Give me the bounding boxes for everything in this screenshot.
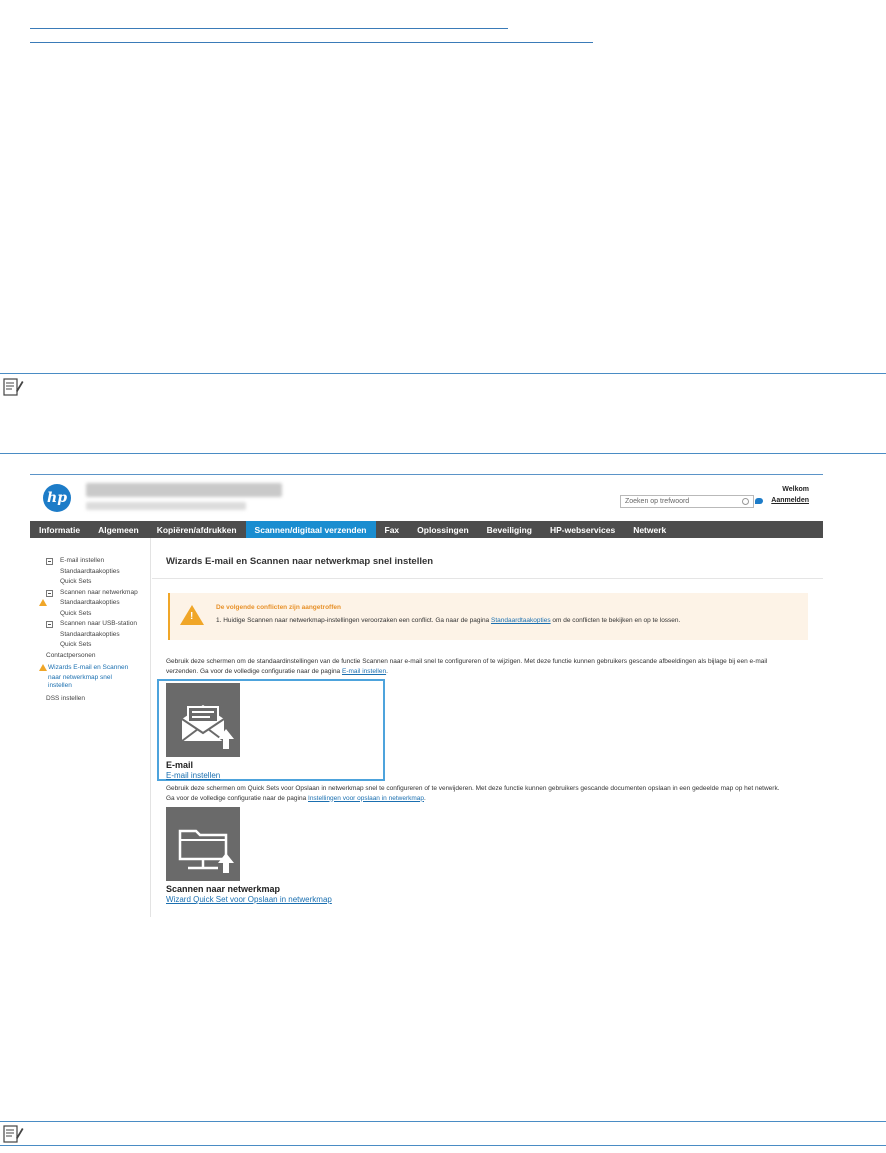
sign-in-link[interactable]: Aanmelden xyxy=(771,497,809,504)
note-icon xyxy=(3,378,24,396)
alert-item-suffix: om de conflicten te bekijken en op te lo… xyxy=(550,617,681,624)
tab-beveiliging[interactable]: Beveiliging xyxy=(478,521,541,538)
note2-top-rule xyxy=(0,1121,886,1122)
conflict-alert: ! De volgende conflicten zijn aangetroff… xyxy=(168,593,808,640)
network-folder-tile-button[interactable] xyxy=(166,807,240,881)
email-instellen-tile-link[interactable]: E-mail instellen xyxy=(166,771,220,780)
note-bottom-rule xyxy=(0,453,886,454)
email-desc-line-1: Gebruik deze schermen om de standaardins… xyxy=(166,658,768,665)
hp-logo-icon[interactable]: hp xyxy=(43,484,71,512)
network-folder-tile-label: Scannen naar netwerkmap xyxy=(166,884,281,894)
note-icon xyxy=(3,1125,24,1143)
email-desc-suffix: . xyxy=(386,667,388,675)
tab-netwerk[interactable]: Netwerk xyxy=(624,521,675,538)
embedded-screenshot: hp Zoeken op trefwoord Welkom Aanmelden … xyxy=(30,474,823,917)
email-desc-line-2: verzenden. Ga voor de volledige configur… xyxy=(166,667,816,677)
sidebar-item-label: E-mail instellen xyxy=(60,557,105,564)
doc-link-underline-2[interactable] xyxy=(30,42,593,43)
email-description: Gebruik deze schermen om de standaardins… xyxy=(166,657,816,676)
tab-algemeen[interactable]: Algemeen xyxy=(89,521,148,538)
sidebar-item-dss-instellen[interactable]: DSS instellen xyxy=(30,694,150,705)
sidebar-item-usb-quick-sets[interactable]: Quick Sets xyxy=(30,640,150,651)
alert-item: 1. Huidige Scannen naar netwerkmap-inste… xyxy=(216,617,680,624)
sidebar-item-email-quick-sets[interactable]: Quick Sets xyxy=(30,577,150,588)
printer-name-blurred xyxy=(86,483,282,497)
collapse-icon[interactable] xyxy=(46,589,53,597)
sidebar-item-label: Wizards E-mail en Scannen xyxy=(48,664,129,671)
note-top-rule xyxy=(0,373,886,374)
note2-bottom-rule xyxy=(0,1145,886,1146)
tab-informatie[interactable]: Informatie xyxy=(30,521,89,538)
folder-desc-suffix: . xyxy=(424,794,426,802)
title-divider xyxy=(152,578,823,579)
sidebar-item-scannen-naar-usb[interactable]: Scannen naar USB-station xyxy=(30,619,150,630)
sidebar-item-netwerkmap-quick-sets[interactable]: Quick Sets xyxy=(30,609,150,620)
chat-icon xyxy=(755,498,763,504)
network-folder-icon xyxy=(178,829,234,873)
email-send-icon xyxy=(181,705,234,749)
welcome-text: Welkom xyxy=(782,486,809,493)
folder-description: Gebruik deze schermen om Quick Sets voor… xyxy=(166,784,816,803)
main-nav: Informatie Algemeen Kopiëren/afdrukken S… xyxy=(30,521,823,538)
sidebar-item-wizards[interactable]: Wizards E-mail en Scannen xyxy=(30,663,150,674)
tab-fax[interactable]: Fax xyxy=(376,521,409,538)
folder-desc-line-2: Ga voor de volledige configuratie naar d… xyxy=(166,794,816,804)
ews-header: hp Zoeken op trefwoord Welkom Aanmelden xyxy=(30,475,823,521)
email-tile-button[interactable] xyxy=(166,683,240,757)
email-tile-label: E-mail xyxy=(166,760,194,770)
sidebar-item-wizards-cont[interactable]: instellen xyxy=(30,682,150,690)
sidebar-item-contactpersonen[interactable]: Contactpersonen xyxy=(30,651,150,662)
sidebar: E-mail instellen Standaardtaakopties Qui… xyxy=(30,538,151,917)
tab-oplossingen[interactable]: Oplossingen xyxy=(408,521,477,538)
search-input[interactable]: Zoeken op trefwoord xyxy=(620,495,754,508)
sidebar-item-label: Scannen naar netwerkmap xyxy=(60,588,138,596)
search-icon[interactable] xyxy=(742,498,749,505)
quick-set-wizard-link[interactable]: Wizard Quick Set voor Opslaan in netwerk… xyxy=(166,895,332,904)
doc-link-underline-1[interactable] xyxy=(30,28,508,29)
warning-exclamation: ! xyxy=(190,611,194,622)
printer-info-blurred xyxy=(86,502,246,510)
sidebar-item-wizards-cont[interactable]: naar netwerkmap snel xyxy=(30,674,150,682)
alert-heading: De volgende conflicten zijn aangetroffen xyxy=(216,604,341,611)
tab-kopieren-afdrukken[interactable]: Kopiëren/afdrukken xyxy=(148,521,246,538)
search-placeholder: Zoeken op trefwoord xyxy=(625,498,690,505)
folder-desc-line-1: Gebruik deze schermen om Quick Sets voor… xyxy=(166,785,780,792)
standaardtaakopties-link[interactable]: Standaardtaakopties xyxy=(491,617,551,624)
warning-icon xyxy=(39,599,47,606)
sidebar-item-label: Scannen naar USB-station xyxy=(60,620,137,627)
tab-scannen-digitaal-verzenden[interactable]: Scannen/digitaal verzenden xyxy=(245,521,376,538)
page-title: Wizards E-mail en Scannen naar netwerkma… xyxy=(166,556,434,567)
main-content: Wizards E-mail en Scannen naar netwerkma… xyxy=(152,538,823,917)
collapse-icon[interactable] xyxy=(46,558,53,565)
opslaan-netwerkmap-link[interactable]: Instellingen voor opslaan in netwerkmap xyxy=(308,795,424,802)
sidebar-item-scannen-naar-netwerkmap[interactable]: Scannen naar netwerkmap xyxy=(30,588,150,599)
sidebar-item-label: Standaardtaakopties xyxy=(60,599,120,606)
collapse-icon[interactable] xyxy=(46,621,53,628)
sidebar-item-email-instellen[interactable]: E-mail instellen xyxy=(30,556,150,567)
email-desc-prefix: verzenden. Ga voor de volledige configur… xyxy=(166,667,342,675)
sidebar-item-email-standaardtaakopties[interactable]: Standaardtaakopties xyxy=(30,567,150,578)
tab-hp-webservices[interactable]: HP-webservices xyxy=(541,521,624,538)
email-instellen-link[interactable]: E-mail instellen xyxy=(342,668,386,675)
alert-item-text: 1. Huidige Scannen naar netwerkmap-inste… xyxy=(216,617,491,624)
folder-desc-prefix: Ga voor de volledige configuratie naar d… xyxy=(166,794,309,802)
sidebar-item-netwerkmap-standaardtaakopties[interactable]: Standaardtaakopties xyxy=(30,598,150,609)
warning-icon xyxy=(39,664,47,671)
sidebar-item-usb-standaardtaakopties[interactable]: Standaardtaakopties xyxy=(30,630,150,641)
